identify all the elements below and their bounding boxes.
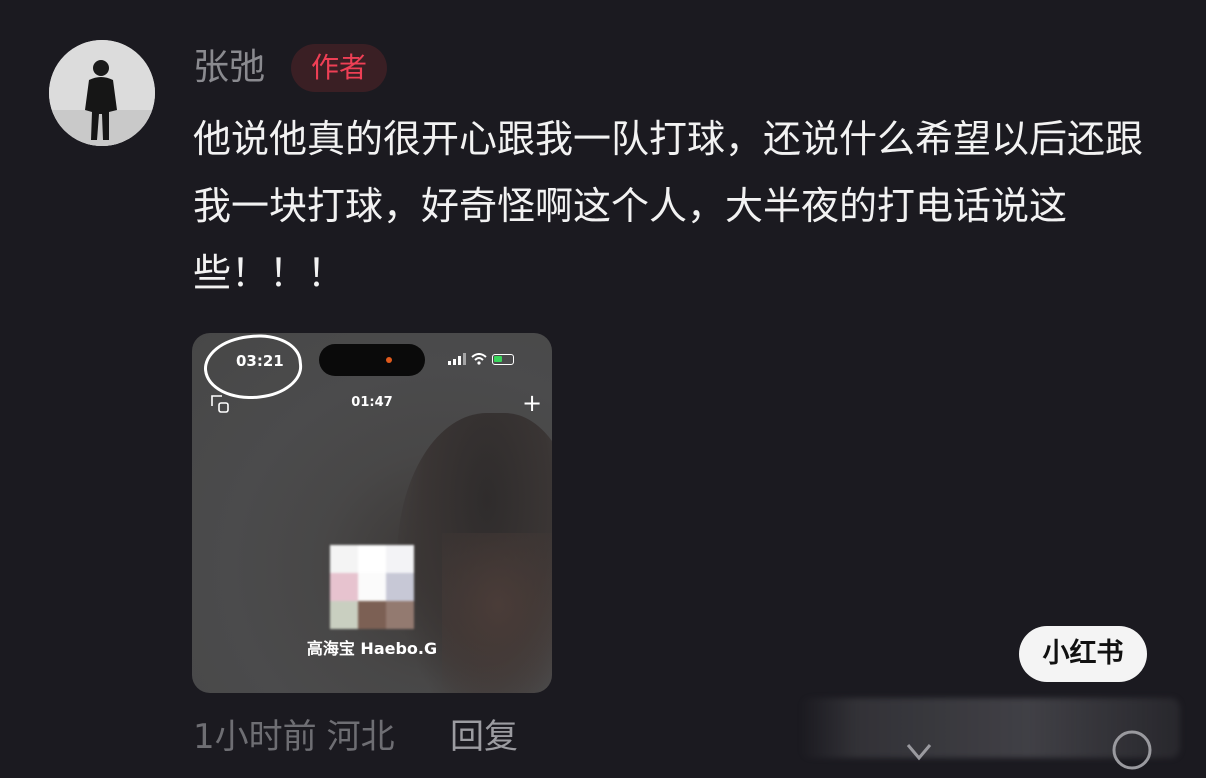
comment-time: 1小时前 — [193, 717, 317, 757]
pixelated-avatar — [330, 545, 414, 629]
battery-icon — [492, 353, 514, 365]
author-name[interactable]: 张弛 — [193, 46, 265, 90]
wifi-icon — [471, 353, 487, 365]
author-badge: 作者 — [291, 44, 387, 92]
comment-location: 河北 — [326, 717, 395, 757]
comment-text: 他说他真的很开心跟我一队打球，还说什么希望以后还跟我一块打球，好奇怪啊这个人，大… — [193, 117, 1144, 295]
plus-icon: + — [522, 389, 543, 417]
blurred-person-shadow — [442, 533, 552, 693]
attached-image[interactable]: 03:21 01:47 + 高海宝 Haebo.G — [192, 333, 552, 693]
dislike-icon[interactable] — [905, 742, 933, 762]
dynamic-island — [319, 344, 425, 376]
xiaohongshu-logo: 小红书 — [1019, 626, 1147, 682]
signal-icon — [448, 353, 466, 365]
call-duration: 01:47 — [351, 395, 393, 410]
contact-name: 高海宝 Haebo.G — [306, 639, 438, 658]
person-avatar-icon — [49, 40, 155, 146]
reply-button[interactable]: 回复 — [450, 713, 518, 761]
status-icons — [448, 352, 514, 366]
avatar[interactable] — [49, 40, 155, 146]
comment-meta: 1小时前 河北 — [193, 713, 395, 761]
recording-dot-icon — [386, 357, 392, 363]
heart-icon[interactable] — [1110, 728, 1154, 772]
